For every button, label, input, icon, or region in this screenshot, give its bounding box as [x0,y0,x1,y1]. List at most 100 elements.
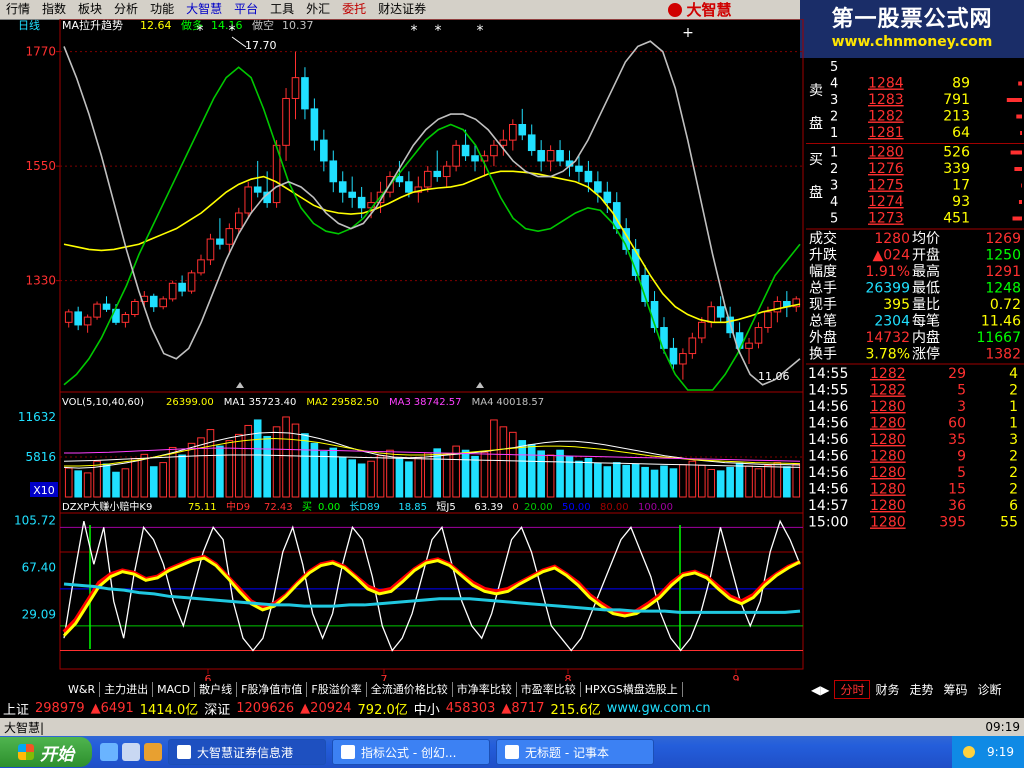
tab-scroll-icon[interactable]: ◀▶ [806,683,834,697]
volume-bar [603,466,612,498]
task-formula[interactable]: 指标公式 - 创幻... [332,739,490,765]
indicator-tab-4[interactable]: F股净值市值 [237,682,308,697]
tick-count: 1 [1009,416,1018,432]
menu-item-7[interactable]: 工具 [264,0,300,19]
buy-price: 1276 [868,161,904,177]
indicator-tab-8[interactable]: 市盈率比较 [517,682,581,697]
candle-body [357,196,366,209]
vol-legend-5: 29582.50 [331,397,379,408]
right-tab-3[interactable]: 筹码 [939,681,973,698]
buy-level: 2 [830,162,838,177]
buy-volume: 17 [952,178,970,194]
volume-bar [216,445,224,498]
media-icon[interactable] [144,743,162,761]
right-tab-0[interactable]: 分时 [834,680,871,699]
menu-item-10[interactable]: 财达证券 [372,0,432,19]
indicator-tab-1[interactable]: 主力进出 [100,682,154,697]
candle-body [716,306,725,318]
signal-star: * [197,23,204,39]
volume-bar [735,462,744,498]
task-notepad[interactable]: 无标题 - 记事本 [496,739,654,765]
volume-bar [83,472,92,498]
indicator-tab-2[interactable]: MACD [153,682,196,697]
tick-count: 1 [1009,399,1018,415]
volume-bar [442,453,451,498]
menu-item-1[interactable]: 指数 [36,0,72,19]
windows-logo-icon [18,744,34,760]
stat-label: 现手 [809,297,837,313]
candle-body [329,160,338,183]
volume-bar [537,450,545,498]
low-annotation: 11.06 [758,370,790,383]
stat-value: 1.91% [866,264,910,280]
tick-count: 55 [1000,515,1018,531]
volume-bar [471,455,479,498]
indicator-tab-0[interactable]: W&R [64,682,101,697]
tick-price: 1280 [870,416,906,432]
volume-bar [159,462,168,498]
tick-volume: 395 [939,515,966,531]
tick-price: 1280 [870,465,906,481]
volume-bar [291,423,300,498]
stat-value: 1382 [985,347,1021,363]
sell-level: 3 [830,93,838,108]
candle-body [575,165,583,172]
stat-value: 11.46 [981,314,1021,330]
price-legend-0: MA拉升趋势 [62,19,123,32]
right-tab-1[interactable]: 财务 [870,681,904,698]
task-dzh[interactable]: 大智慧证券信息港 [168,739,326,765]
vol-legend-9: 40018.57 [496,397,544,408]
status-text: 大智慧| [4,720,45,735]
menu-item-8[interactable]: 外汇 [300,0,336,19]
menu-item-6[interactable]: 平台 [228,0,264,19]
task-label: 大智慧证券信息港 [197,745,294,760]
right-tab-2[interactable]: 走势 [905,681,939,698]
sell-price: 1284 [868,76,904,92]
menu-item-2[interactable]: 板块 [72,0,108,19]
menu-item-5[interactable]: 大智慧 [180,0,228,19]
indicator-tab-3[interactable]: 散户线 [195,682,238,697]
volume-bar [669,468,678,498]
volume-bar [499,426,508,498]
menu-item-0[interactable]: 行情 [0,0,36,19]
volume-bar [197,437,205,498]
indicator-tab-6[interactable]: 全流通价格比较 [367,682,453,697]
menu-item-4[interactable]: 功能 [144,0,180,19]
ticker-item-6: ▲20924 [300,701,352,716]
osc-series-0 [63,519,801,652]
tick-time: 14:56 [808,399,848,415]
vol-legend-8: MA4 [472,397,494,408]
tick-time: 14:56 [808,482,848,498]
buy-price: 1274 [868,194,904,210]
indicator-tab-7[interactable]: 市净率比较 [453,682,517,697]
menu-item-3[interactable]: 分析 [108,0,144,19]
volume-bar [187,442,196,498]
tray-icon[interactable] [963,746,976,758]
right-tab-4[interactable]: 诊断 [973,681,1007,698]
candle-body [93,303,101,318]
candle-body [320,139,328,162]
start-button[interactable]: 开始 [0,737,92,767]
sell-label: 卖 [809,83,823,99]
ie-icon[interactable] [100,743,118,761]
volume-bar [754,468,763,498]
indicator-tab-9[interactable]: HPXGS横盘选股上 [581,682,683,697]
menu-item-9[interactable]: 委托 [336,0,372,19]
volume-bar [149,466,158,498]
stat-label: 均价 [912,231,940,247]
desktop-icon[interactable] [122,743,140,761]
volume-bar [338,456,347,498]
stat-label: 内盘 [912,329,940,346]
high-annotation: 17.70 [245,39,277,52]
volume-bar [490,419,498,498]
vol-legend-1: 26399.00 [166,397,214,408]
osc-y-tick: 105.72 [14,513,56,527]
stat-label: 涨停 [912,346,940,363]
index-ticker: 上证 298979 ▲6491 1414.0亿 深证 1209626 ▲20924 792.0… [0,699,1024,718]
candle-body [688,337,697,355]
indicator-tab-5[interactable]: F股溢价率 [307,682,367,697]
stat-value: 0.72 [990,297,1021,313]
price-legend-1: 12.64 [140,19,172,32]
candle-body [83,316,92,326]
price-y-tick: 1770 [25,45,56,59]
